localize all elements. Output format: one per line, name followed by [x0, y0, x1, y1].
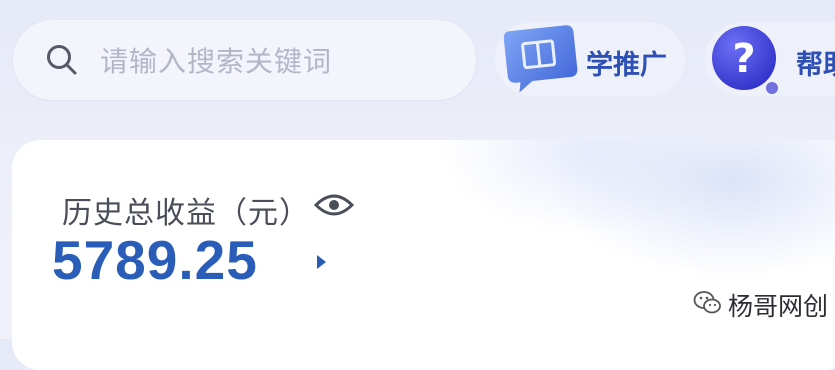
book-icon [503, 25, 578, 93]
total-earnings-label: 历史总收益（元） [62, 196, 310, 231]
help-label[interactable]: 帮助 [796, 43, 835, 82]
search-icon [47, 45, 77, 75]
watermark-text: 杨哥网创 [728, 292, 829, 321]
triangle-right-icon[interactable] [314, 252, 328, 272]
question-icon: ? [712, 26, 778, 94]
total-earnings-value[interactable]: 5789.25 [52, 228, 258, 292]
search-input-placeholder[interactable]: 请输入搜索关键词 [100, 40, 332, 80]
card-decoration [402, 140, 835, 370]
wechat-icon [693, 291, 721, 314]
learn-promotion-label[interactable]: 学推广 [586, 43, 667, 82]
eye-icon[interactable] [314, 190, 354, 220]
svg-text:?: ? [732, 36, 755, 82]
